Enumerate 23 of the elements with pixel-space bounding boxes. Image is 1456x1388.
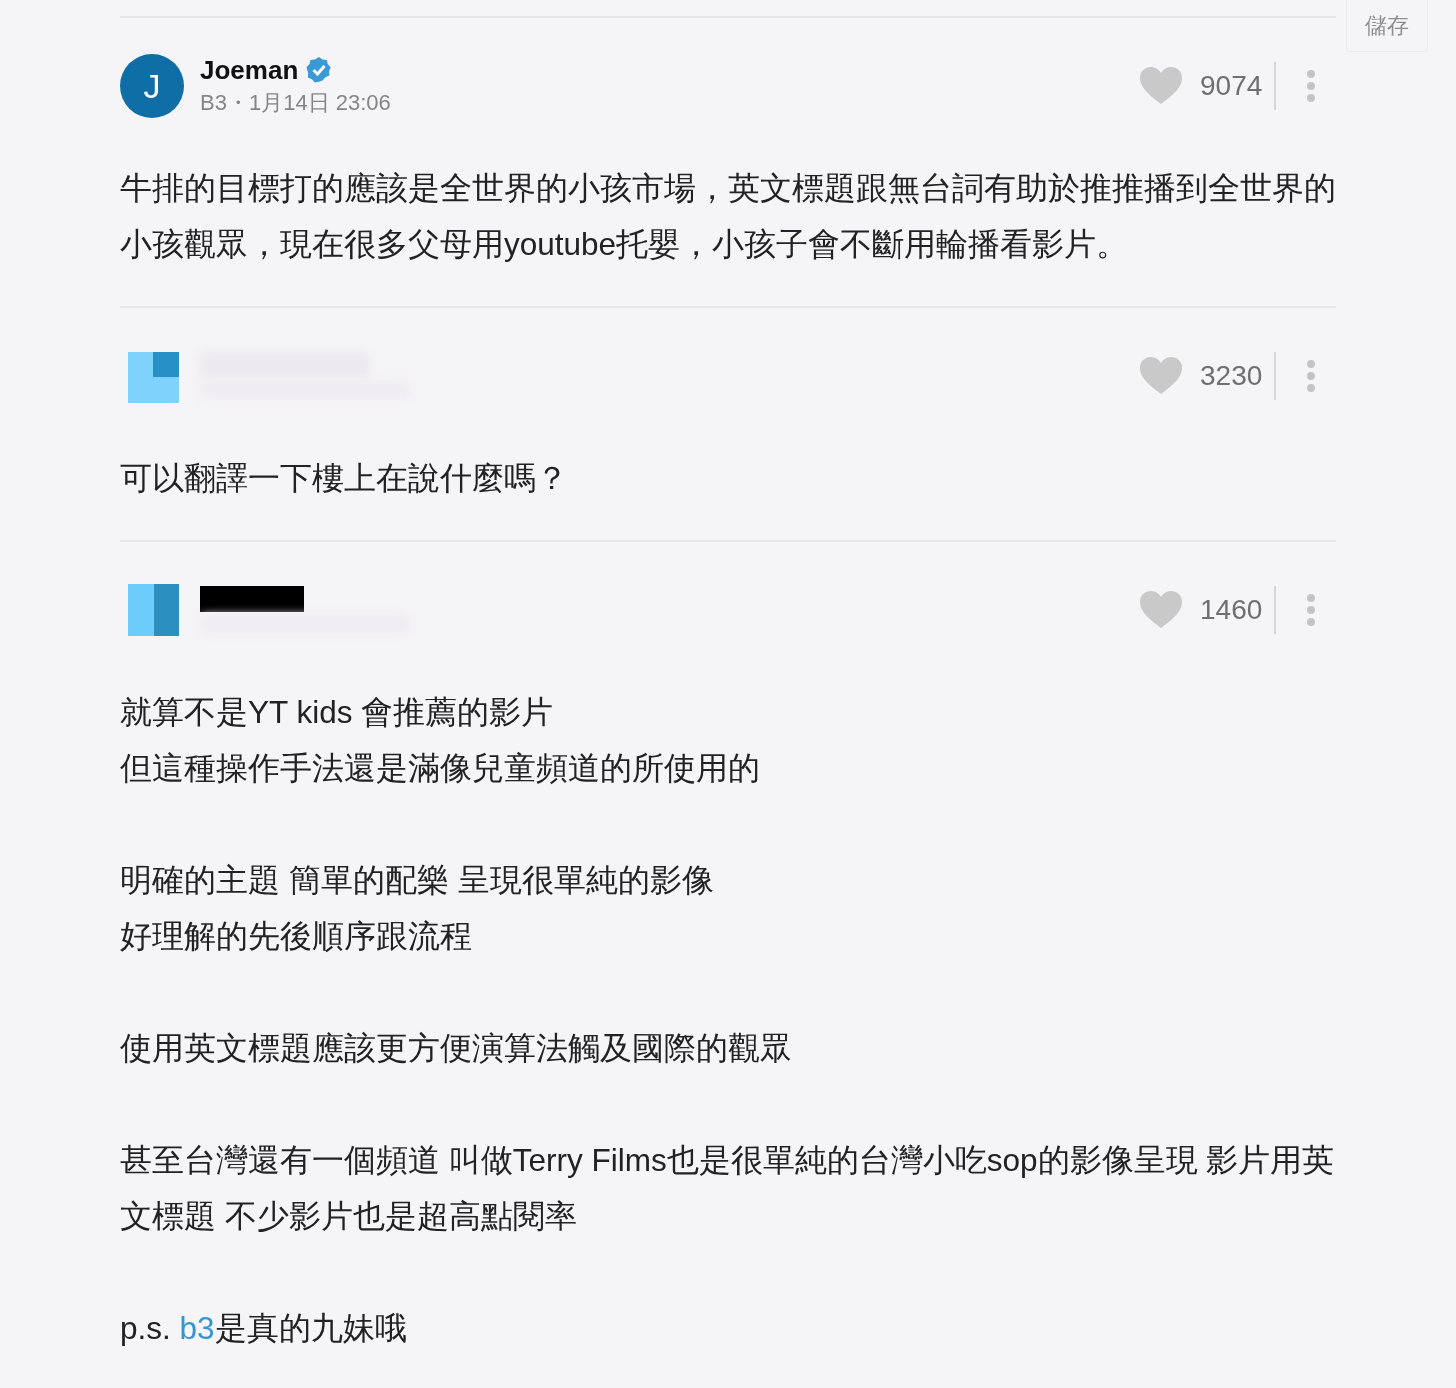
more-icon[interactable] xyxy=(1306,593,1316,627)
like-count: 1460 xyxy=(1200,594,1264,626)
more-icon[interactable] xyxy=(1306,359,1316,393)
comment-text: p.s. b3是真的九妹哦 xyxy=(120,1309,408,1348)
avatar[interactable]: J xyxy=(120,54,184,118)
post-meta: B3・1月14日 23:06 xyxy=(200,88,392,117)
like-count: 9074 xyxy=(1200,70,1264,102)
comment-text: 使用英文標題應該更方便演算法觸及國際的觀眾 xyxy=(120,1029,793,1068)
comment-text: 好理解的先後順序跟流程 xyxy=(120,917,473,956)
comment-text: 就算不是YT kids 會推薦的影片 xyxy=(120,693,555,732)
comment-text: 牛排的目標打的應該是全世界的小孩市場，英文標題跟無台詞有助於推推播到全世界的小孩觀眾，現在很多父母用youtube托嬰，小孩子會不斷用輪播看影片。 xyxy=(120,169,1336,264)
comment-text: 甚至台灣還有一個頻道 叫做Terry Films也是很單純的台灣小吃sop的影像呈現 影片用英文標題 不少影片也是超高點閱率 xyxy=(120,1141,1336,1236)
more-icon[interactable] xyxy=(1306,69,1316,103)
comment-text: 但這種操作手法還是滿像兒童頻道的所使用的 xyxy=(120,749,761,788)
save-button[interactable]: 儲存 xyxy=(1346,0,1428,52)
author-name[interactable]: Joeman xyxy=(200,54,299,86)
heart-icon[interactable] xyxy=(1140,591,1182,629)
like-count: 3230 xyxy=(1200,360,1264,392)
floor-link[interactable]: b3 xyxy=(179,1310,215,1346)
comment-text: 可以翻譯一下樓上在說什麼嗎？ xyxy=(120,459,569,498)
heart-icon[interactable] xyxy=(1140,67,1182,105)
heart-icon[interactable] xyxy=(1140,357,1182,395)
comment-text: 明確的主題 簡單的配樂 呈現很單純的影像 xyxy=(120,861,715,900)
